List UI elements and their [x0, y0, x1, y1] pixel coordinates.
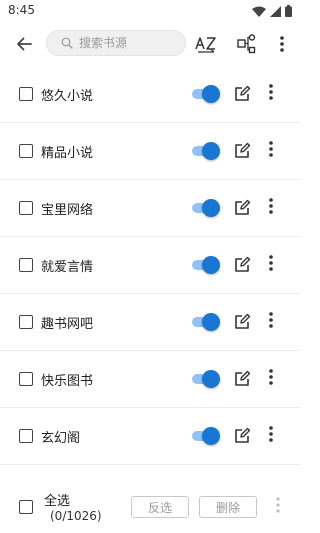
source-row[interactable]: 悠久小说: [0, 66, 300, 123]
edit-icon: [235, 199, 251, 215]
search-input[interactable]: [77, 35, 171, 51]
edit-button[interactable]: [233, 313, 251, 331]
more-vert-icon: [276, 497, 280, 513]
source-row[interactable]: 趣书网吧: [0, 294, 300, 351]
search-icon: [61, 37, 73, 49]
invert-selection-button[interactable]: 反选: [131, 496, 189, 518]
status-bar: 8:45: [0, 0, 300, 22]
wifi-icon: [252, 6, 266, 17]
source-name: 快乐图书: [41, 374, 94, 389]
status-time: 8:45: [8, 3, 35, 17]
source-row[interactable]: 精品小说: [0, 123, 300, 180]
row-checkbox[interactable]: [19, 372, 33, 386]
bottom-bar: 全选 (0/1026) 反选 删除: [0, 480, 300, 533]
row-more-button[interactable]: [264, 369, 278, 389]
edit-icon: [235, 142, 251, 158]
back-button[interactable]: [12, 32, 36, 56]
edit-icon: [235, 313, 251, 329]
row-more-button[interactable]: [264, 84, 278, 104]
source-name: 玄幻阁: [41, 431, 81, 446]
toolbar: [0, 22, 300, 66]
back-arrow-icon: [17, 37, 32, 51]
edit-icon: [235, 427, 251, 443]
sort-az-icon: [195, 37, 216, 53]
source-name: 精品小说: [41, 146, 94, 161]
source-row[interactable]: 就爱言情: [0, 237, 300, 294]
group-icon: [237, 34, 256, 54]
row-checkbox[interactable]: [19, 429, 33, 443]
row-more-button[interactable]: [264, 312, 278, 332]
status-icons: [252, 5, 292, 17]
source-name: 趣书网吧: [41, 317, 94, 332]
bottom-more-button[interactable]: [272, 497, 284, 517]
row-checkbox[interactable]: [19, 258, 33, 272]
signal-icon: [270, 5, 281, 17]
search-box[interactable]: [46, 30, 186, 56]
sort-button[interactable]: [194, 32, 218, 56]
enable-toggle[interactable]: [192, 256, 220, 274]
more-vert-icon: [280, 36, 284, 52]
enable-toggle[interactable]: [192, 142, 220, 160]
edit-button[interactable]: [233, 427, 251, 445]
source-list: 悠久小说精品小说宝里网络就爱言情趣书网吧快乐图书玄幻阁: [0, 66, 300, 465]
edit-icon: [235, 85, 251, 101]
enable-toggle[interactable]: [192, 427, 220, 445]
row-checkbox[interactable]: [19, 201, 33, 215]
enable-toggle[interactable]: [192, 199, 220, 217]
source-row[interactable]: 宝里网络: [0, 180, 300, 237]
toggle-thumb: [202, 256, 220, 274]
enable-toggle[interactable]: [192, 313, 220, 331]
more-vert-icon: [269, 141, 273, 157]
edit-button[interactable]: [233, 199, 251, 217]
source-name: 宝里网络: [41, 203, 94, 218]
row-checkbox[interactable]: [19, 315, 33, 329]
edit-button[interactable]: [233, 370, 251, 388]
row-checkbox[interactable]: [19, 87, 33, 101]
toggle-thumb: [202, 142, 220, 160]
source-name: 悠久小说: [41, 89, 94, 104]
edit-icon: [235, 256, 251, 272]
edit-button[interactable]: [233, 85, 251, 103]
edit-button[interactable]: [233, 256, 251, 274]
more-vert-icon: [269, 255, 273, 271]
more-vert-icon: [269, 312, 273, 328]
more-vert-icon: [269, 198, 273, 214]
delete-button[interactable]: 删除: [199, 496, 257, 518]
source-row[interactable]: 快乐图书: [0, 351, 300, 408]
row-more-button[interactable]: [264, 426, 278, 446]
source-name: 就爱言情: [41, 260, 94, 275]
toolbar-more-button[interactable]: [270, 32, 294, 56]
more-vert-icon: [269, 426, 273, 442]
edit-icon: [235, 370, 251, 386]
toggle-thumb: [202, 313, 220, 331]
toggle-thumb: [202, 85, 220, 103]
select-all-label: 全选: [44, 494, 71, 509]
source-row[interactable]: 玄幻阁: [0, 408, 300, 465]
more-vert-icon: [269, 369, 273, 385]
toggle-thumb: [202, 370, 220, 388]
edit-button[interactable]: [233, 142, 251, 160]
row-more-button[interactable]: [264, 141, 278, 161]
toggle-thumb: [202, 199, 220, 217]
more-vert-icon: [269, 84, 273, 100]
select-all-checkbox[interactable]: [19, 500, 33, 514]
selection-count: (0/1026): [50, 509, 102, 523]
toggle-thumb: [202, 427, 220, 445]
enable-toggle[interactable]: [192, 85, 220, 103]
row-more-button[interactable]: [264, 198, 278, 218]
group-button[interactable]: [235, 32, 259, 56]
row-more-button[interactable]: [264, 255, 278, 275]
row-checkbox[interactable]: [19, 144, 33, 158]
battery-icon: [285, 5, 292, 17]
enable-toggle[interactable]: [192, 370, 220, 388]
